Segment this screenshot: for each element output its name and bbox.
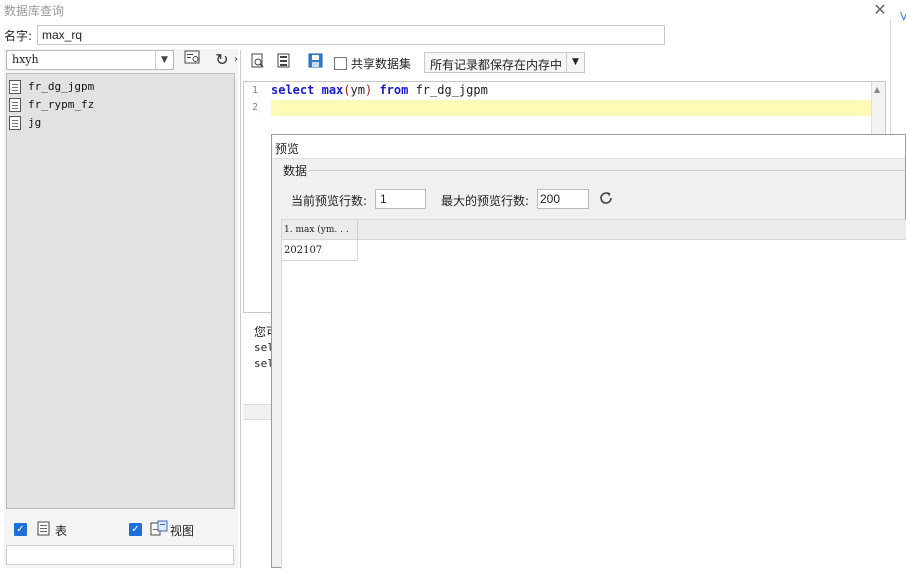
line-number: 2 xyxy=(252,102,259,113)
table-icon xyxy=(9,79,21,94)
sql-line-1: select max(ym) from fr_dg_jgpm xyxy=(271,83,488,97)
table-filter-input[interactable] xyxy=(6,545,234,565)
chevron-down-icon[interactable]: ▼ xyxy=(566,53,584,72)
chevron-up-icon[interactable]: ▲ xyxy=(874,85,880,94)
table-header xyxy=(282,220,906,240)
show-tables-checkbox[interactable]: ✓ xyxy=(14,523,27,536)
column-header[interactable]: 1. max (ym. . . xyxy=(282,220,358,240)
sql-paren: ( xyxy=(343,83,351,97)
group-border xyxy=(309,170,905,171)
tree-item-table[interactable]: jg xyxy=(9,114,41,131)
line-gutter: 1 2 xyxy=(244,82,270,312)
dialog-title: 数据库查询 xyxy=(4,4,65,18)
max-rows-label: 最大的预览行数: xyxy=(441,194,530,208)
table-icon xyxy=(37,521,51,539)
name-input[interactable]: max_rq xyxy=(37,25,665,45)
preview-title: 预览 xyxy=(275,142,300,156)
sql-paren: ) xyxy=(364,83,373,97)
max-rows-input[interactable]: 200 xyxy=(537,189,589,209)
current-line-highlight xyxy=(271,100,873,116)
refresh-icon[interactable] xyxy=(598,190,616,208)
close-icon[interactable]: ✕ xyxy=(871,1,889,19)
show-views-label: 视图 xyxy=(170,524,195,538)
tree-item-label: fr_rypm_fz xyxy=(28,98,95,111)
table-cell[interactable]: 202107 xyxy=(282,240,358,261)
show-tables-label: 表 xyxy=(55,524,68,538)
tree-item-table[interactable]: fr_dg_jgpm xyxy=(9,78,94,95)
refresh-icon[interactable]: ↻ xyxy=(211,50,233,70)
view-icon xyxy=(150,520,168,540)
message-area: 您可 sel sel xyxy=(243,316,274,404)
connection-settings-icon[interactable] xyxy=(181,50,203,70)
current-rows-input[interactable]: 1 xyxy=(375,189,426,209)
tree-item-label: fr_dg_jgpm xyxy=(28,80,95,93)
sql-function: max xyxy=(321,83,344,97)
current-rows-label: 当前预览行数: xyxy=(291,194,368,208)
tree-item-table[interactable]: fr_rypm_fz xyxy=(9,96,94,113)
chevron-down-icon[interactable]: ▼ xyxy=(155,51,173,69)
preview-dialog: 预览 数据 当前预览行数: 1 最大的预览行数: 200 1. max (ym.… xyxy=(271,134,906,569)
parameter-icon[interactable] xyxy=(273,53,295,73)
lower-panel-strip xyxy=(243,404,273,420)
background-fragment: V xyxy=(900,10,906,23)
memory-mode-select[interactable]: 所有记录都保存在内存中 ▼ xyxy=(424,52,585,73)
database-select-value: hxyh xyxy=(12,53,39,66)
panel-divider[interactable] xyxy=(240,50,241,568)
data-group-label: 数据 xyxy=(283,164,308,178)
table-icon xyxy=(9,97,21,112)
sql-table: fr_dg_jgpm xyxy=(415,83,488,97)
memory-mode-value: 所有记录都保存在内存中 xyxy=(430,58,563,72)
name-label: 名字: xyxy=(4,29,33,43)
table-icon xyxy=(9,115,21,130)
preview-table: 1. max (ym. . . 202107 xyxy=(281,219,906,569)
database-select[interactable]: hxyh ▼ xyxy=(6,50,174,70)
sql-argument: ym xyxy=(350,83,365,97)
sql-keyword: from xyxy=(379,83,409,97)
show-views-checkbox[interactable]: ✓ xyxy=(129,523,142,536)
line-number: 1 xyxy=(252,85,259,96)
sql-keyword: select xyxy=(271,83,315,97)
preview-titlebar[interactable] xyxy=(272,135,905,159)
tree-item-label: jg xyxy=(28,116,42,129)
chevron-right-icon[interactable]: › xyxy=(232,50,240,70)
preview-icon[interactable] xyxy=(247,53,269,73)
share-dataset-checkbox[interactable] xyxy=(334,57,347,70)
save-icon[interactable] xyxy=(305,53,327,73)
table-tree: fr_dg_jgpm fr_rypm_fz jg xyxy=(6,73,235,509)
share-dataset-label: 共享数据集 xyxy=(351,57,412,71)
